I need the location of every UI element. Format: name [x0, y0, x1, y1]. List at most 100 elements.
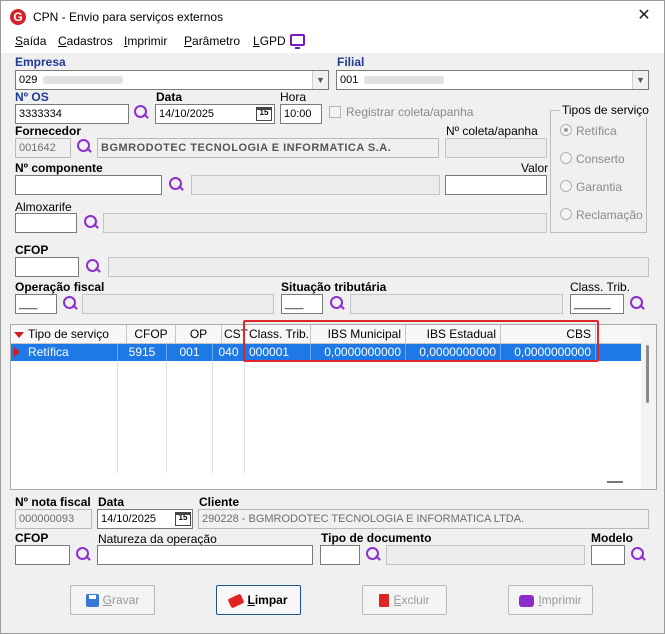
- col-tipo-servico[interactable]: Tipo de serviço: [11, 325, 127, 344]
- calendar-icon[interactable]: 15: [256, 107, 272, 121]
- os-input[interactable]: 3333334: [15, 104, 129, 124]
- filial-combo[interactable]: 001 ▼: [336, 70, 649, 90]
- grid-vertical-scrollbar[interactable]: [641, 325, 656, 489]
- cell-op: 001: [167, 344, 213, 361]
- radio-retifica-label: Retífica: [576, 124, 617, 138]
- col-op[interactable]: OP: [176, 325, 222, 344]
- almoxarife-label: Almoxarife: [15, 200, 72, 214]
- radio-conserto-label: Conserto: [576, 152, 625, 166]
- natureza-label: Natureza da operação: [98, 532, 217, 546]
- fornecedor-label: Fornecedor: [15, 124, 82, 138]
- search-icon[interactable]: [364, 546, 382, 564]
- eraser-icon: [228, 593, 245, 609]
- cell-cfop: 5915: [118, 344, 167, 361]
- cliente-label: Cliente: [199, 495, 240, 509]
- fornecedor-name: BGMRODOTEC TECNOLOGIA E INFORMATICA S.A.: [97, 138, 439, 158]
- nota-data-label: Data: [98, 495, 125, 509]
- registrar-label: Registrar coleta/apanha: [346, 105, 474, 119]
- chevron-down-icon[interactable]: ▼: [312, 71, 328, 89]
- coleta-label: Nº coleta/apanha: [446, 124, 538, 138]
- componente-input[interactable]: [15, 175, 162, 195]
- imprimir-button[interactable]: Imprimir: [508, 585, 593, 615]
- monitor-icon[interactable]: [290, 34, 305, 49]
- registrar-checkbox[interactable]: [329, 106, 341, 118]
- search-icon[interactable]: [84, 258, 102, 276]
- cell-cst: 040: [213, 344, 245, 361]
- modelo-input[interactable]: [591, 545, 625, 565]
- search-icon[interactable]: [132, 104, 150, 122]
- menu-bar: Saída Cadastros Imprimir Parâmetro LGPD: [1, 31, 664, 53]
- cfop-desc: [108, 257, 649, 277]
- radio-conserto[interactable]: [560, 152, 572, 164]
- nota-input: 000000093: [15, 509, 92, 529]
- gravar-button[interactable]: Gravar: [70, 585, 155, 615]
- col-cst[interactable]: CST: [222, 325, 248, 344]
- excluir-button[interactable]: Excluir: [362, 585, 447, 615]
- search-icon[interactable]: [628, 295, 646, 313]
- empresa-combo[interactable]: 029 ▼: [15, 70, 329, 90]
- hora-label: Hora: [280, 90, 307, 104]
- tipo-doc-desc: [386, 545, 585, 565]
- col-cfop[interactable]: CFOP: [127, 325, 176, 344]
- radio-reclamacao-label: Reclamação: [576, 208, 643, 222]
- printer-icon: [519, 594, 535, 607]
- tipo-doc-label: Tipo de documento: [321, 531, 432, 545]
- search-icon[interactable]: [82, 214, 100, 232]
- search-icon[interactable]: [74, 546, 92, 564]
- close-button[interactable]: ✕: [632, 5, 656, 27]
- grid-horizontal-scrollbar[interactable]: [607, 481, 623, 483]
- menu-cadastros[interactable]: Cadastros: [58, 34, 113, 48]
- situacao-desc: [350, 294, 563, 314]
- situacao-input[interactable]: ___: [281, 294, 323, 314]
- search-icon[interactable]: [328, 295, 346, 313]
- chevron-down-icon[interactable]: ▼: [632, 71, 648, 89]
- scrollbar-thumb[interactable]: [646, 345, 649, 403]
- cfop-label: CFOP: [15, 243, 49, 257]
- tipos-servico-title: Tipos de serviço: [560, 103, 651, 117]
- natureza-input[interactable]: [97, 545, 313, 565]
- radio-garantia-label: Garantia: [576, 180, 623, 194]
- componente-label: Nº componente: [15, 161, 103, 175]
- annotation-highlight-box: [243, 320, 599, 362]
- cliente-input: 290228 - BGMRODOTEC TECNOLOGIA E INFORMA…: [198, 509, 649, 529]
- limpar-button[interactable]: Limpar: [216, 585, 301, 615]
- operacao-label: Operação fiscal: [15, 280, 105, 294]
- menu-imprimir[interactable]: Imprimir: [124, 34, 167, 48]
- filial-label: Filial: [337, 55, 365, 69]
- class-trib-label: Class. Trib.: [570, 280, 631, 294]
- search-icon[interactable]: [167, 176, 185, 194]
- radio-reclamacao[interactable]: [560, 208, 572, 220]
- fornecedor-code[interactable]: 001642: [15, 138, 71, 158]
- app-logo-icon: G: [10, 9, 26, 25]
- situacao-label: Situação tributária: [281, 280, 387, 294]
- nota-cfop-label: CFOP: [15, 531, 49, 545]
- main-window: G CPN - Envio para serviços externos ✕ S…: [0, 0, 665, 634]
- class-trib-input[interactable]: ______: [570, 294, 624, 314]
- nota-cfop-input[interactable]: [15, 545, 70, 565]
- almoxarife-desc: [103, 213, 547, 233]
- hora-input[interactable]: 10:00: [280, 104, 322, 124]
- tipo-doc-input[interactable]: [320, 545, 360, 565]
- window-title: CPN - Envio para serviços externos: [33, 10, 224, 24]
- valor-input[interactable]: [445, 175, 547, 195]
- sort-arrow-icon: [14, 332, 24, 338]
- save-icon: [85, 594, 99, 608]
- radio-retifica[interactable]: [560, 124, 572, 136]
- radio-garantia[interactable]: [560, 180, 572, 192]
- search-icon[interactable]: [629, 546, 647, 564]
- cfop-input[interactable]: [15, 257, 79, 277]
- trash-icon: [379, 594, 390, 608]
- empresa-label: Empresa: [15, 55, 66, 69]
- menu-lgpd[interactable]: LGPD: [253, 34, 286, 48]
- componente-desc: [191, 175, 440, 195]
- search-icon[interactable]: [61, 295, 79, 313]
- modelo-label: Modelo: [591, 531, 633, 545]
- menu-saida[interactable]: Saída: [15, 34, 46, 48]
- operacao-input[interactable]: ___: [15, 294, 57, 314]
- menu-parametro[interactable]: Parâmetro: [184, 34, 240, 48]
- coleta-input[interactable]: [445, 138, 547, 158]
- os-label: Nº OS: [15, 90, 49, 104]
- calendar-icon[interactable]: 15: [175, 512, 191, 526]
- almoxarife-input[interactable]: [15, 213, 77, 233]
- search-icon[interactable]: [75, 138, 93, 156]
